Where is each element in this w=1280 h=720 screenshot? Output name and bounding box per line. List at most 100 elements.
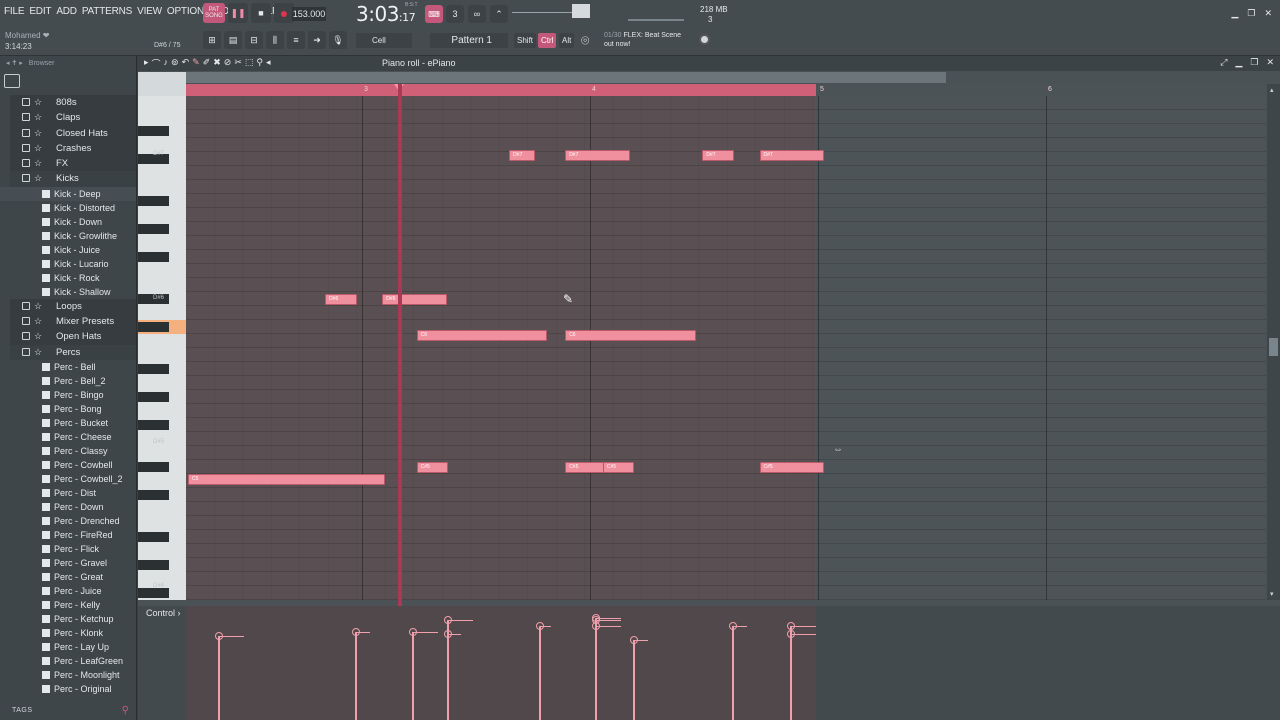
browser-file[interactable]: Perc - LeafGreen bbox=[0, 654, 136, 668]
browser-folder[interactable]: ☆ Closed Hats bbox=[10, 125, 136, 141]
browser-file[interactable]: Perc - Lay Up bbox=[0, 640, 136, 654]
browser-file[interactable]: Kick - Distorted bbox=[0, 201, 136, 215]
browser-file[interactable]: Perc - Dist bbox=[0, 486, 136, 500]
browser-file[interactable]: Kick - Growlithe bbox=[0, 229, 136, 243]
black-key[interactable] bbox=[138, 462, 169, 472]
browser-file[interactable]: Perc - Cowbell_2 bbox=[0, 472, 136, 486]
note[interactable]: D#7 bbox=[759, 150, 825, 161]
pitch-slider[interactable] bbox=[572, 4, 590, 18]
black-key[interactable] bbox=[138, 392, 169, 402]
browser-file[interactable]: Perc - Classy bbox=[0, 444, 136, 458]
select-icon[interactable]: ⬚ bbox=[245, 57, 254, 70]
note[interactable]: C5 bbox=[188, 474, 385, 485]
stop-button[interactable]: ■ bbox=[251, 3, 271, 23]
note[interactable]: C#5 bbox=[759, 462, 825, 473]
horizontal-scrollbar[interactable] bbox=[186, 72, 946, 83]
search-icon[interactable]: ⚲ bbox=[122, 705, 129, 716]
browser-folder[interactable]: ☆ Percs bbox=[10, 344, 136, 360]
scroll-down-icon[interactable]: ▾ bbox=[1270, 590, 1274, 598]
menu-view[interactable]: VIEW bbox=[137, 6, 162, 17]
browser-file[interactable]: Perc - Down bbox=[0, 500, 136, 514]
browser-file[interactable]: Perc - Flick bbox=[0, 542, 136, 556]
velocity-stem[interactable] bbox=[732, 626, 735, 720]
note-grid[interactable] bbox=[186, 96, 816, 600]
master-volume-slider[interactable] bbox=[628, 19, 684, 21]
note-icon[interactable]: ♪ bbox=[164, 57, 169, 70]
menu-file[interactable]: FILE bbox=[4, 6, 25, 17]
black-key[interactable] bbox=[138, 532, 169, 542]
browser-folder[interactable]: ☆ FX bbox=[10, 156, 136, 172]
slice-icon[interactable]: ✂ bbox=[234, 57, 242, 70]
velocity-stem[interactable] bbox=[412, 632, 415, 720]
tempo-display[interactable]: 153.000 bbox=[292, 7, 326, 21]
typing-keyboard-button[interactable]: ⌨ bbox=[425, 5, 443, 23]
browser-file[interactable]: Perc - Ketchup bbox=[0, 612, 136, 626]
note[interactable]: D#7 bbox=[565, 150, 631, 161]
magnet-icon[interactable]: ⌒ bbox=[152, 57, 161, 70]
black-key[interactable] bbox=[138, 252, 169, 262]
delete-icon[interactable]: ✖ bbox=[213, 57, 221, 70]
black-key[interactable] bbox=[138, 588, 169, 598]
browser-folder[interactable]: ☆ 808s bbox=[10, 95, 136, 111]
browser-file[interactable]: Kick - Rock bbox=[0, 271, 136, 285]
piano-keyboard[interactable]: D#7 D#6 D#5 D#4 bbox=[138, 96, 186, 600]
browser-folder[interactable]: ☆ Open Hats bbox=[10, 329, 136, 345]
browser-file[interactable]: Perc - Original bbox=[0, 682, 136, 696]
user-name[interactable]: Mohamed ❤ bbox=[5, 31, 50, 40]
browser-file[interactable]: Kick - Down bbox=[0, 215, 136, 229]
menu-add[interactable]: ADD bbox=[56, 6, 77, 17]
brush-icon[interactable]: ✐ bbox=[203, 57, 211, 70]
velocity-area[interactable] bbox=[186, 606, 816, 720]
browser-file[interactable]: Perc - Cheese bbox=[0, 430, 136, 444]
browser-file[interactable]: Perc - Juice bbox=[0, 584, 136, 598]
countdown-button[interactable]: 3 bbox=[446, 5, 464, 23]
pattern-song-toggle[interactable]: PAT SONG bbox=[203, 3, 225, 23]
browser-folder[interactable]: ☆ Claps bbox=[10, 110, 136, 126]
metronome-button[interactable]: ⌃ bbox=[490, 5, 508, 23]
close-icon[interactable]: ✕ bbox=[1264, 8, 1272, 19]
velocity-stem[interactable] bbox=[632, 640, 635, 720]
close-icon[interactable]: ✕ bbox=[1266, 57, 1274, 68]
browser-file[interactable]: Kick - Deep bbox=[0, 186, 136, 201]
pencil-icon[interactable]: ✎ bbox=[192, 57, 200, 70]
note[interactable]: D#7 bbox=[702, 150, 734, 161]
mixer-button[interactable]: ⫼ bbox=[266, 31, 284, 49]
velocity-stem[interactable] bbox=[539, 626, 542, 720]
play-pause-button[interactable]: ❚❚ bbox=[228, 3, 248, 23]
online-status-knob[interactable] bbox=[699, 34, 710, 45]
detach-icon[interactable]: ⤢ bbox=[1220, 57, 1227, 68]
browser-folder[interactable]: ☆ Kicks bbox=[10, 171, 136, 187]
browser-file[interactable]: Perc - Gravel bbox=[0, 556, 136, 570]
loop-record-button[interactable]: ∞ bbox=[468, 5, 486, 23]
zoom-icon[interactable]: ⚲ bbox=[256, 57, 263, 70]
browser-file[interactable]: Perc - FireRed bbox=[0, 528, 136, 542]
browser-file[interactable]: Perc - Bell_2 bbox=[0, 374, 136, 388]
black-key[interactable] bbox=[138, 560, 169, 570]
plugin-picker-button[interactable]: ≡ bbox=[287, 31, 305, 49]
note[interactable]: C6 bbox=[416, 330, 547, 341]
alt-modifier[interactable]: Alt bbox=[559, 33, 575, 48]
black-key[interactable] bbox=[138, 322, 169, 332]
note[interactable]: D#6 bbox=[325, 294, 357, 305]
time-ruler[interactable] bbox=[186, 84, 816, 96]
browser-arrows-icon[interactable]: ◂ ✝ ▸ bbox=[6, 60, 23, 67]
note-grid-empty[interactable] bbox=[816, 96, 1266, 600]
velocity-stem[interactable] bbox=[218, 636, 220, 720]
browser-file[interactable]: Kick - Shallow bbox=[0, 285, 136, 299]
velocity-stem[interactable] bbox=[446, 634, 449, 720]
stamp-icon[interactable]: ⊚ bbox=[171, 57, 179, 70]
browser-file[interactable]: Kick - Juice bbox=[0, 243, 136, 257]
menu-patterns[interactable]: PATTERNS bbox=[82, 6, 132, 17]
browser-file[interactable]: Perc - Klonk bbox=[0, 626, 136, 640]
pattern-selector[interactable]: Pattern 1 bbox=[430, 33, 508, 48]
browser-file[interactable]: Perc - Drenched bbox=[0, 514, 136, 528]
minimize-icon[interactable]: ▁ bbox=[1231, 8, 1238, 19]
vertical-scrollbar[interactable]: ▴ ▾ bbox=[1267, 84, 1280, 600]
browser-file[interactable]: Kick - Lucario bbox=[0, 257, 136, 271]
browser-file[interactable]: Perc - Bucket bbox=[0, 416, 136, 430]
undo-icon[interactable]: ↶ bbox=[182, 57, 190, 70]
ctrl-modifier[interactable]: Ctrl bbox=[538, 33, 557, 48]
news-icon[interactable]: ⌾ bbox=[581, 32, 589, 49]
news-panel[interactable]: 01/30 FLEX: Beat Scene out now! bbox=[604, 31, 681, 49]
maximize-icon[interactable]: ❐ bbox=[1250, 57, 1258, 68]
